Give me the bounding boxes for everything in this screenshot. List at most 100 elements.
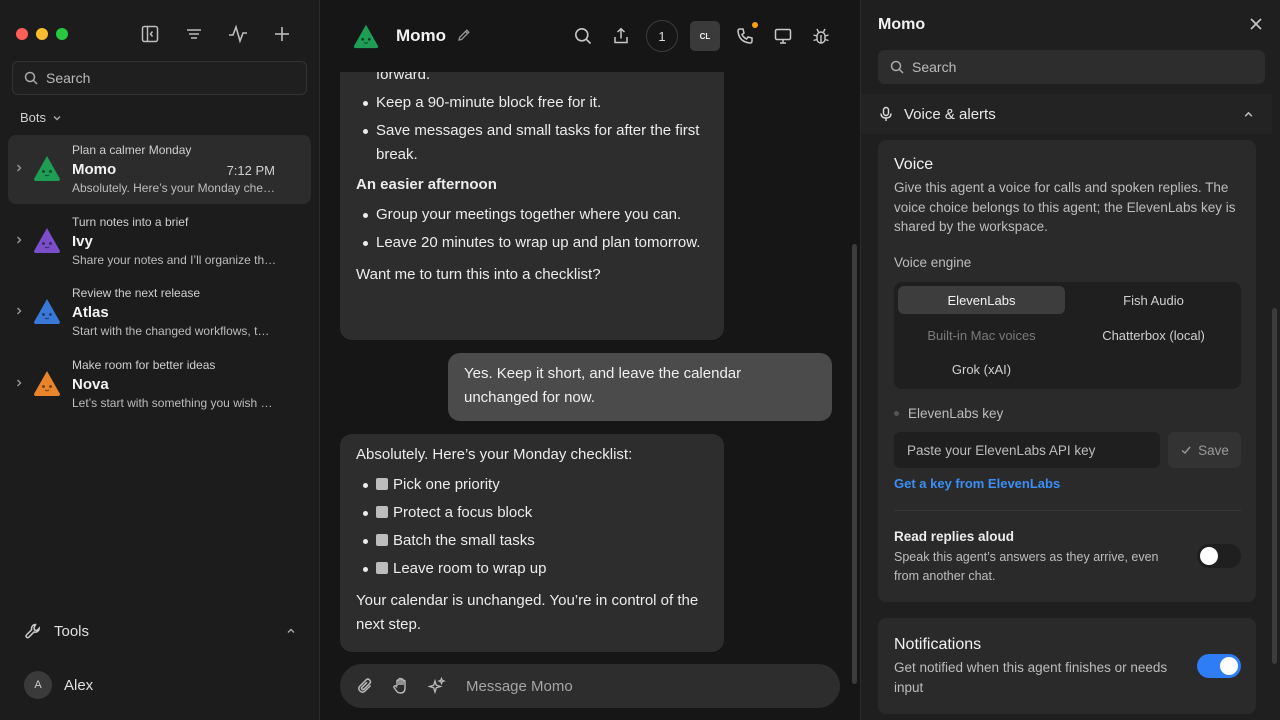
close-window-button[interactable] (16, 28, 28, 40)
checkbox-icon[interactable] (376, 478, 388, 490)
phone-icon[interactable] (732, 20, 758, 52)
close-icon[interactable] (1248, 16, 1264, 32)
bot-preview: Absolutely. Here’s your Monday che… (72, 181, 275, 195)
panel-scrollbar[interactable] (1272, 308, 1277, 664)
bot-name: Nova (72, 375, 109, 393)
monitor-icon[interactable] (770, 20, 796, 52)
checklist-label: Leave room to wrap up (393, 560, 547, 577)
tools-section-toggle[interactable]: Tools (24, 622, 296, 640)
bot-name: Momo (72, 161, 117, 178)
bot-list-item-atlas[interactable]: Review the next release Atlas Start with t… (8, 278, 311, 347)
bot-name: Ivy (72, 232, 93, 250)
voice-alerts-section-toggle[interactable]: Voice & alerts (861, 94, 1272, 134)
user-profile[interactable]: A Alex (24, 671, 93, 699)
message-text: Want me to turn this into a checklist? (356, 266, 601, 283)
cl-badge[interactable]: CL (690, 21, 720, 51)
search-icon (890, 60, 904, 74)
bot-avatar-icon (34, 227, 60, 253)
chevron-right-icon[interactable] (14, 163, 24, 173)
chevron-down-icon (53, 115, 61, 120)
voice-description: Give this agent a voice for calls and sp… (894, 180, 1236, 234)
bot-topic: Plan a calmer Monday (72, 143, 192, 157)
new-chat-plus-icon[interactable] (270, 22, 294, 46)
bot-list-item-nova[interactable]: Make room for better ideas Nova Let’s star… (8, 350, 311, 419)
window-controls (16, 28, 68, 40)
sparkles-icon[interactable] (426, 675, 448, 697)
list-icon[interactable] (182, 22, 206, 46)
api-key-label: ElevenLabs key (894, 406, 1003, 421)
message-input[interactable] (466, 677, 826, 695)
checkbox-icon[interactable] (376, 534, 388, 546)
read-aloud-toggle[interactable] (1197, 544, 1241, 568)
hand-icon[interactable] (390, 675, 412, 697)
checklist-item: Pick one priority (356, 473, 708, 497)
minimize-window-button[interactable] (36, 28, 48, 40)
bot-avatar-icon (34, 156, 60, 181)
checklist-label: Batch the small tasks (393, 532, 535, 549)
engine-option-fish-audio[interactable]: Fish Audio (1070, 286, 1237, 314)
bot-name: Atlas (72, 304, 109, 321)
chevron-right-icon[interactable] (14, 235, 24, 245)
bots-label: Bots (20, 110, 47, 125)
chat-area: Momo 1 CL forward. Keep a 90-minute bloc… (320, 0, 860, 720)
participant-count-badge[interactable]: 1 (646, 20, 678, 52)
bots-section-toggle[interactable]: Bots (20, 110, 62, 125)
bot-preview: Start with the changed workflows, t… (72, 324, 270, 338)
engine-option-elevenlabs[interactable]: ElevenLabs (898, 286, 1065, 314)
engine-option-chatterbox[interactable]: Chatterbox (local) (1070, 321, 1237, 349)
voice-engine-selector: ElevenLabs Fish Audio Built-in Mac voice… (894, 282, 1241, 389)
message-list: forward. Keep a 90-minute block free for… (320, 72, 860, 654)
notifications-toggle[interactable] (1197, 654, 1241, 678)
api-key-input[interactable] (894, 432, 1160, 468)
bot-list-item-momo[interactable]: Plan a calmer Monday Momo 7:12 PM Absolutel… (8, 135, 311, 204)
wrench-icon (25, 623, 40, 639)
bot-list-item-ivy[interactable]: Turn notes into a brief Ivy Share your not… (8, 207, 311, 276)
share-icon[interactable] (608, 20, 634, 52)
message-text: forward. (376, 72, 431, 83)
pencil-icon[interactable] (457, 28, 471, 42)
engine-option-grok[interactable]: Grok (xAI) (898, 355, 1065, 383)
notifications-title: Notifications (894, 636, 982, 653)
app-window: Bots Plan a calmer Monday Momo 7:12 PM Abso… (0, 0, 1280, 720)
list-item: Group your meetings together where you c… (356, 203, 708, 227)
checklist-label: Protect a focus block (393, 504, 533, 521)
api-key-label-text: ElevenLabs key (908, 406, 1004, 421)
bot-timestamp: 7:12 PM (226, 163, 275, 178)
search-icon[interactable] (570, 20, 596, 52)
sidebar-search (12, 61, 307, 95)
bot-message: Absolutely. Here’s your Monday checklist… (340, 434, 724, 652)
read-aloud-title: Read replies aloud (894, 529, 1015, 544)
sidebar-search-input[interactable] (46, 70, 286, 86)
avatar: A (24, 671, 52, 699)
divider (894, 510, 1241, 511)
save-key-button[interactable]: Save (1168, 432, 1241, 468)
notifications-description: Get notified when this agent finishes or… (894, 660, 1168, 695)
bot-avatar-icon (353, 24, 379, 49)
checkbox-icon[interactable] (376, 506, 388, 518)
activity-icon[interactable] (226, 22, 250, 46)
collapse-sidebar-icon[interactable] (138, 22, 162, 46)
bot-topic: Turn notes into a brief (72, 214, 189, 229)
voice-title: Voice (894, 156, 934, 173)
read-aloud-description: Speak this agent’s answers as they arriv… (894, 550, 1159, 583)
chat-scrollbar[interactable] (852, 244, 857, 684)
maximize-window-button[interactable] (56, 28, 68, 40)
check-icon (1181, 446, 1191, 454)
chevron-right-icon[interactable] (14, 378, 24, 388)
checkbox-icon[interactable] (376, 562, 388, 574)
panel-search-input[interactable] (912, 59, 1252, 75)
paperclip-icon[interactable] (354, 675, 376, 697)
tools-label: Tools (54, 622, 90, 640)
get-key-link[interactable]: Get a key from ElevenLabs (894, 476, 1060, 491)
microphone-icon (880, 106, 892, 121)
engine-option-mac-voices: Built-in Mac voices (927, 327, 1036, 343)
list-item: Keep a 90-minute block free for it. (356, 91, 708, 115)
checklist-item: Protect a focus block (356, 501, 708, 525)
message-heading: An easier afternoon (356, 176, 497, 193)
chevron-right-icon[interactable] (14, 306, 24, 316)
voice-card: Voice Give this agent a voice for calls … (878, 140, 1256, 602)
section-title: Voice & alerts (904, 105, 996, 123)
notifications-card: Notifications Get notified when this age… (878, 618, 1256, 714)
bug-icon[interactable] (808, 20, 834, 52)
bot-avatar-icon (34, 370, 60, 396)
